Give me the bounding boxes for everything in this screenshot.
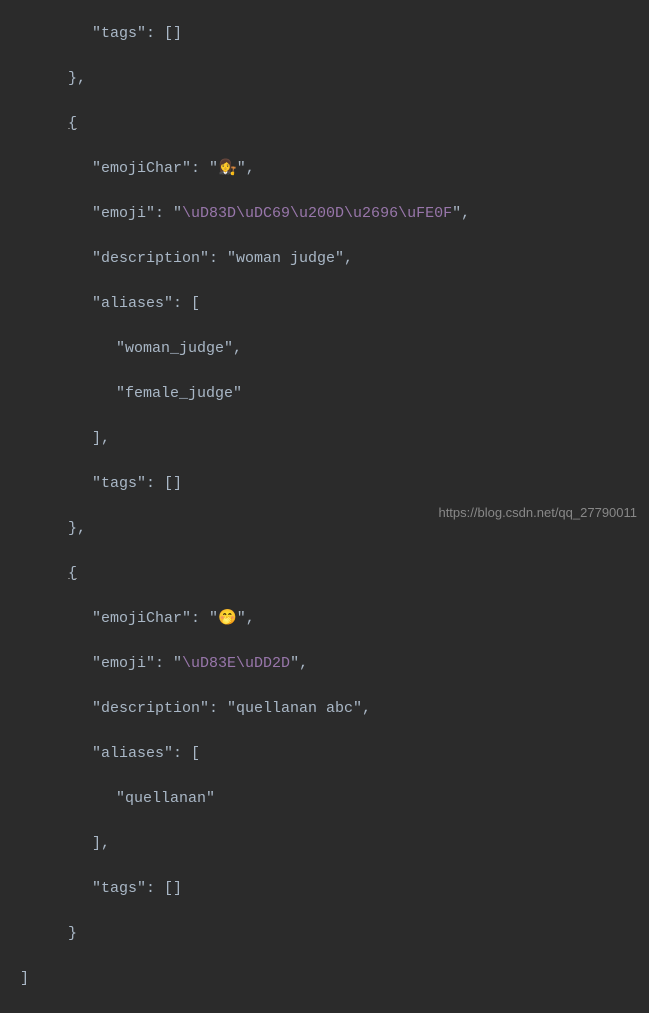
json-bracket: ], — [92, 430, 110, 447]
json-sep: : " — [155, 655, 182, 672]
json-key: "tags" — [92, 880, 146, 897]
code-line: "aliases": [ — [20, 293, 649, 316]
json-value: : [] — [146, 880, 182, 897]
code-line: "tags": [] — [20, 473, 649, 496]
json-value: : "woman judge", — [209, 250, 353, 267]
code-line: "emojiChar": "🤭", — [20, 608, 649, 631]
json-value: : [ — [173, 295, 200, 312]
code-line: } — [20, 923, 649, 946]
code-line: "emoji": "\uD83D\uDC69\u200D\u2696\uFE0F… — [20, 203, 649, 226]
code-line: "tags": [] — [20, 878, 649, 901]
json-end: ", — [290, 655, 308, 672]
emoji-character: 🤭 — [218, 610, 237, 627]
json-key: "description" — [92, 250, 209, 267]
emoji-character: 👩‍⚖️ — [218, 160, 237, 177]
json-brace: { — [68, 565, 77, 582]
json-brace: }, — [68, 520, 86, 537]
json-end: ", — [452, 205, 470, 222]
json-string: "quellanan" — [116, 790, 215, 807]
json-string: "woman_judge", — [116, 340, 242, 357]
code-line: "description": "quellanan abc", — [20, 698, 649, 721]
code-line: "tags": [] — [20, 23, 649, 46]
unicode-escape: \uD83D\uDC69\u200D\u2696\uFE0F — [182, 205, 452, 222]
json-key: "aliases" — [92, 745, 173, 762]
json-brace: { — [68, 115, 77, 132]
json-key: "emojiChar" — [92, 160, 191, 177]
watermark-url: https://blog.csdn.net/qq_27790011 — [438, 503, 637, 523]
code-line: ] — [20, 968, 649, 991]
code-line: "quellanan" — [20, 788, 649, 811]
unicode-escape: \uD83E\uDD2D — [182, 655, 290, 672]
json-value: : [ — [173, 745, 200, 762]
code-line: "female_judge" — [20, 383, 649, 406]
json-key: "tags" — [92, 475, 146, 492]
json-brace: } — [68, 925, 77, 942]
json-bracket: ], — [92, 835, 110, 852]
json-key: "tags" — [92, 25, 146, 42]
code-line: "aliases": [ — [20, 743, 649, 766]
code-line: }, — [20, 68, 649, 91]
json-end: ", — [237, 610, 255, 627]
code-line: "description": "woman judge", — [20, 248, 649, 271]
json-value: : [] — [146, 475, 182, 492]
json-value: : [] — [146, 25, 182, 42]
code-line: "woman_judge", — [20, 338, 649, 361]
json-bracket: ] — [20, 970, 29, 987]
json-sep: : " — [191, 610, 218, 627]
json-key: "description" — [92, 700, 209, 717]
json-key: "emoji" — [92, 205, 155, 222]
code-line: ], — [20, 833, 649, 856]
code-line: { — [20, 563, 649, 586]
json-sep: : " — [191, 160, 218, 177]
json-string: "female_judge" — [116, 385, 242, 402]
json-key: "emojiChar" — [92, 610, 191, 627]
json-sep: : " — [155, 205, 182, 222]
json-brace: }, — [68, 70, 86, 87]
json-value: : "quellanan abc", — [209, 700, 371, 717]
code-line: "emoji": "\uD83E\uDD2D", — [20, 653, 649, 676]
json-key: "emoji" — [92, 655, 155, 672]
json-key: "aliases" — [92, 295, 173, 312]
code-line: { — [20, 113, 649, 136]
code-line: "emojiChar": "👩‍⚖️", — [20, 158, 649, 181]
json-end: ", — [237, 160, 255, 177]
code-line: ], — [20, 428, 649, 451]
